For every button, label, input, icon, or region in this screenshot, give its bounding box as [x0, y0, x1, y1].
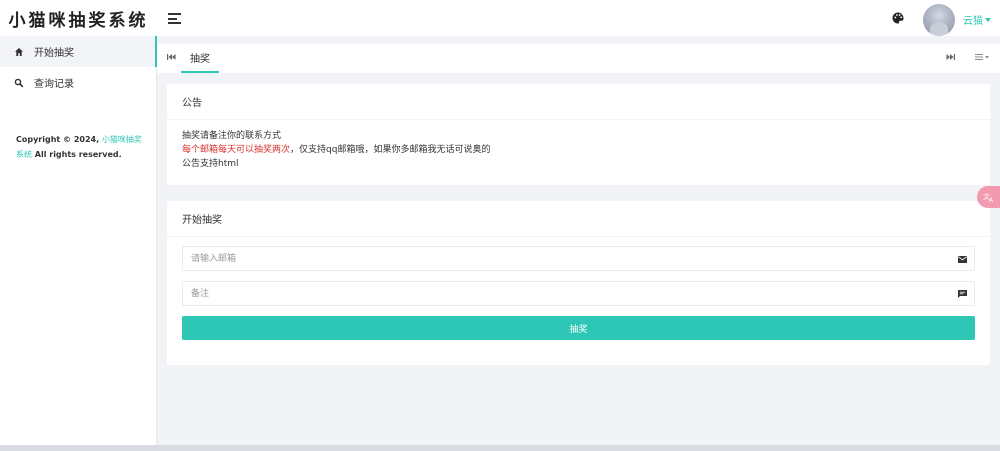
- remark-input[interactable]: [183, 282, 974, 305]
- sidebar-item-label: 查询记录: [34, 79, 74, 90]
- notice-highlight: 每个邮箱每天可以抽奖两次: [182, 145, 291, 155]
- top-header: 小猫咪抽奖系统 云猫: [0, 0, 1000, 36]
- home-icon: [14, 47, 24, 57]
- draw-submit-button[interactable]: 抽奖: [182, 316, 975, 340]
- envelope-icon: [958, 255, 967, 263]
- email-field-wrapper: [182, 246, 975, 271]
- skip-back-icon[interactable]: [165, 53, 177, 63]
- draw-form-card: 开始抽奖 抽奖: [167, 201, 990, 365]
- tab-label: 抽奖: [190, 54, 210, 65]
- copyright-prefix: Copyright © 2024,: [16, 135, 102, 144]
- sidebar-item-label: 开始抽奖: [34, 48, 74, 59]
- user-avatar[interactable]: [923, 4, 955, 36]
- notice-body: 抽奖请备注你的联系方式 每个邮箱每天可以抽奖两次，仅支持qq邮箱哦，如果你多邮箱…: [167, 120, 990, 171]
- search-icon: [14, 78, 24, 88]
- notice-title: 公告: [167, 84, 990, 120]
- app-logo[interactable]: 小猫咪抽奖系统: [0, 0, 157, 36]
- email-input[interactable]: [183, 247, 974, 270]
- copyright-suffix: All rights reserved.: [32, 150, 122, 159]
- tab-bar: 抽奖: [157, 44, 1000, 73]
- list-menu-icon[interactable]: [973, 53, 993, 63]
- sidebar-item-draw[interactable]: 开始抽奖: [0, 36, 157, 67]
- sidebar-item-records[interactable]: 查询记录: [0, 67, 157, 98]
- skip-forward-icon[interactable]: [945, 53, 957, 63]
- palette-icon[interactable]: [892, 12, 904, 24]
- bottom-scrollbar[interactable]: [0, 445, 1000, 451]
- user-name-label: 云猫: [963, 16, 983, 27]
- comment-icon: [958, 290, 967, 298]
- sidebar: 开始抽奖 查询记录 Copyright © 2024, 小猫咪抽奖系统 All …: [0, 36, 157, 445]
- user-menu[interactable]: 云猫: [963, 12, 991, 27]
- remark-field-wrapper: [182, 281, 975, 306]
- notice-line-2: 每个邮箱每天可以抽奖两次，仅支持qq邮箱哦，如果你多邮箱我无话可说奥的: [182, 143, 975, 157]
- notice-card: 公告 抽奖请备注你的联系方式 每个邮箱每天可以抽奖两次，仅支持qq邮箱哦，如果你…: [167, 84, 990, 185]
- notice-line-3: 公告支持html: [182, 159, 239, 169]
- tab-draw[interactable]: 抽奖: [181, 44, 219, 73]
- svg-text:A: A: [989, 197, 994, 203]
- draw-form-title: 开始抽奖: [167, 201, 990, 237]
- copyright-text: Copyright © 2024, 小猫咪抽奖系统 All rights res…: [16, 132, 146, 162]
- chevron-down-icon: [985, 18, 991, 22]
- notice-line-1: 抽奖请备注你的联系方式: [182, 131, 282, 141]
- menu-toggle-icon[interactable]: [168, 13, 181, 24]
- notice-line-2-rest: ，仅支持qq邮箱哦，如果你多邮箱我无话可说奥的: [290, 145, 491, 155]
- translate-icon[interactable]: 文A: [977, 186, 1000, 208]
